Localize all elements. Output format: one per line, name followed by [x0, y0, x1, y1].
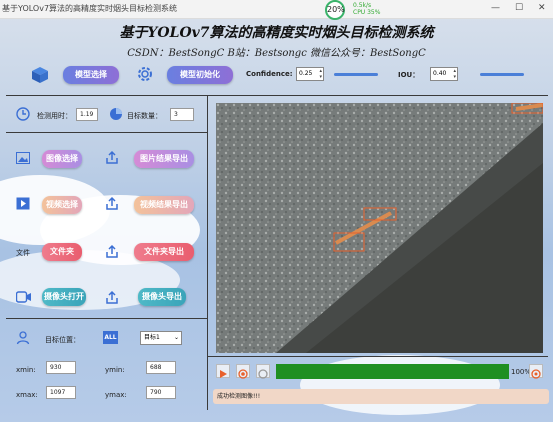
count-value: 3 [170, 108, 194, 121]
confidence-label: Confidence: [246, 70, 293, 78]
chevron-down-icon: ⌄ [173, 334, 179, 341]
video-export-button[interactable]: 视频结果导出 [134, 196, 194, 214]
xmin-label: xmin: [16, 366, 36, 374]
cpu-usage: CPU 35% [353, 9, 381, 16]
network-speed: 0.5k/s [353, 2, 372, 9]
folder-label: 文件 [16, 249, 30, 257]
user-icon [16, 331, 30, 345]
ymin-value: 688 [146, 361, 176, 374]
image-icon [16, 152, 30, 164]
image-export-button[interactable]: 图片结果导出 [134, 150, 194, 168]
close-button[interactable]: ✕ [538, 3, 546, 13]
settings-button[interactable] [529, 364, 543, 379]
upload-icon[interactable] [105, 150, 119, 164]
ymax-label: ymax: [105, 391, 127, 399]
cube-icon [32, 67, 48, 83]
target-position-label: 目标位置： [45, 336, 80, 344]
progress-label: 100% [511, 368, 532, 376]
page-subtitle: CSDN：BestSongC B站：Bestsongc 微信公众号：BestSo… [127, 48, 426, 59]
time-label: 检测用时： [37, 112, 72, 120]
title-bar: 基于YOLOv7算法的高精度实时烟头目标检测系统 — ☐ ✕ [0, 0, 553, 19]
folder-select-button[interactable]: 文件夹 [42, 243, 82, 261]
upload-icon[interactable] [105, 244, 119, 258]
panel-divider [6, 95, 548, 96]
panel-divider [6, 132, 207, 133]
status-bar: 成功检测图像!!! [213, 389, 549, 404]
video-icon [16, 197, 30, 210]
camera-open-button[interactable]: 摄像头打开 [42, 288, 86, 306]
record-button[interactable] [236, 364, 250, 379]
spin-arrows-icon[interactable]: ▴ ▾ [319, 68, 322, 80]
model-init-button[interactable]: 模型初始化 [167, 66, 233, 84]
maximize-button[interactable]: ☐ [515, 3, 523, 13]
ymax-value: 790 [146, 386, 176, 399]
video-select-button[interactable]: 视频选择 [42, 196, 82, 214]
performance-overlay: 20% 0.5k/s CPU 35% [325, 0, 393, 20]
image-select-button[interactable]: 图像选择 [42, 150, 82, 168]
app-window: 基于YOLOv7算法的高精度实时烟头目标检测系统 — ☐ ✕ 20% 0.5k/… [0, 0, 553, 422]
xmax-label: xmax: [16, 391, 38, 399]
progress-bar [276, 364, 509, 379]
stop-button[interactable] [256, 364, 270, 379]
settings-icon [138, 67, 152, 81]
clock-icon [16, 107, 30, 121]
pie-chart-icon [110, 108, 122, 120]
ymin-label: ymin: [105, 366, 125, 374]
upload-icon[interactable] [105, 290, 119, 304]
time-value: 1.19 [76, 108, 98, 121]
upload-icon[interactable] [105, 196, 119, 210]
xmin-value: 930 [46, 361, 76, 374]
page-title: 基于YOLOv7算法的高精度实时烟头目标检测系统 [119, 25, 434, 41]
model-select-button[interactable]: 模型选择 [63, 66, 119, 84]
all-badge: ALL [103, 331, 118, 344]
panel-divider [207, 95, 208, 410]
target-select-dropdown[interactable]: 目标1 ⌄ [140, 331, 182, 345]
folder-export-button[interactable]: 文件夹导出 [134, 243, 194, 261]
target-icon [531, 369, 541, 379]
xmax-value: 1097 [46, 386, 76, 399]
window-title: 基于YOLOv7算法的高精度实时烟头目标检测系统 [2, 4, 178, 13]
record-icon [238, 369, 248, 379]
camera-export-button[interactable]: 摄像头导出 [138, 288, 186, 306]
panel-divider [207, 356, 548, 357]
detection-image [216, 103, 543, 353]
iou-spinbox[interactable]: 0.40 ▴ ▾ [430, 67, 458, 81]
iou-slider[interactable] [480, 73, 524, 76]
confidence-spinbox[interactable]: 0.25 ▴ ▾ [296, 67, 324, 81]
spin-arrows-icon[interactable]: ▴ ▾ [453, 68, 456, 80]
iou-label: IOU： [398, 71, 420, 79]
panel-divider [6, 318, 207, 319]
detection-image-canvas [216, 103, 543, 353]
usage-percent: 20% [325, 0, 345, 20]
stop-icon [258, 369, 268, 379]
camera-icon [16, 291, 31, 303]
count-label: 目标数量： [127, 112, 162, 120]
confidence-slider[interactable] [334, 73, 378, 76]
play-icon [220, 370, 227, 378]
minimize-button[interactable]: — [491, 3, 500, 13]
play-button[interactable] [216, 364, 230, 378]
